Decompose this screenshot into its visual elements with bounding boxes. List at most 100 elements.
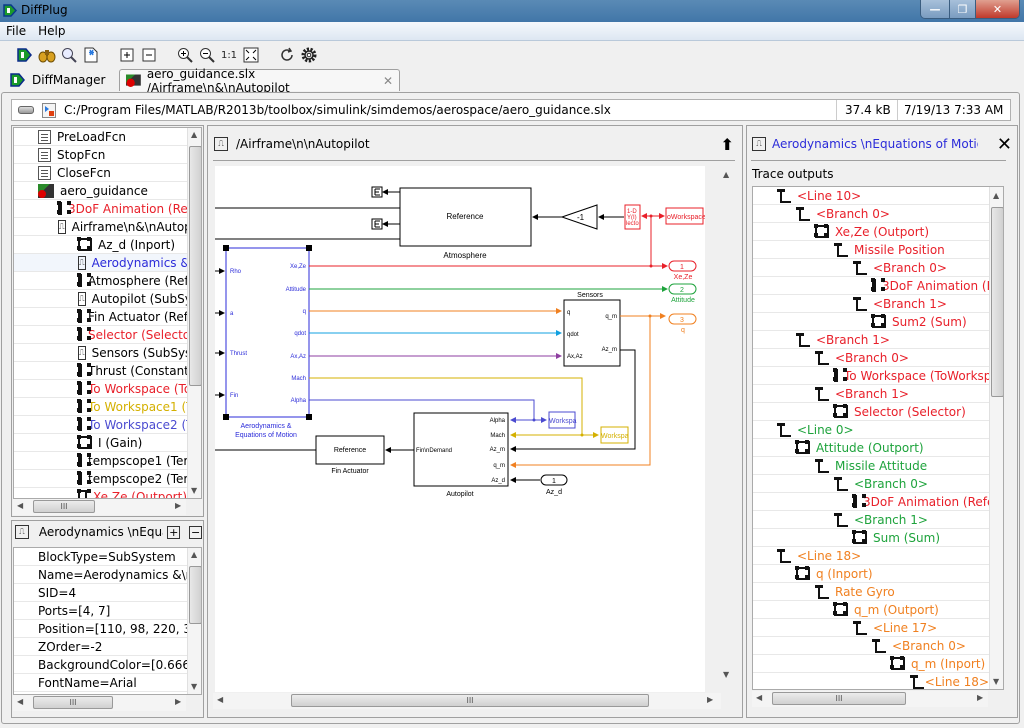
selector-block[interactable]: 1-D Y(I) lecto	[624, 204, 641, 230]
trace-item[interactable]: <Line 18>	[753, 547, 989, 565]
to-workspace-red-block[interactable]: oWorkspace	[665, 207, 706, 225]
menu-help[interactable]: Help	[32, 22, 71, 40]
tree-item[interactable]: PreLoadFcn	[14, 128, 187, 146]
tree-item[interactable]: Selector (Selector)	[14, 326, 200, 344]
property-item[interactable]: Position=[110, 98, 220, 322]	[14, 620, 201, 638]
close-window-button[interactable]: ✕	[975, 0, 1019, 18]
tree-item[interactable]: ⎍ Sensors (SubSystem)	[14, 344, 201, 362]
trace-item[interactable]: Xe,Ze (Outport)	[753, 223, 989, 241]
trace-item[interactable]: q (Inport)	[753, 565, 989, 583]
properties-hscroll[interactable]: ◀ III ▶	[13, 695, 186, 711]
actual-size-button[interactable]: 1:1	[218, 44, 240, 66]
tree-item[interactable]: Thrust (Constant)	[14, 362, 194, 380]
navigate-up-button[interactable]: ⬆	[721, 135, 734, 154]
fin-actuator-block[interactable]: Reference Fin Actuator	[315, 435, 385, 475]
trace-item[interactable]: Sum (Sum)	[753, 529, 989, 547]
trace-vscroll[interactable]: ▲ ▼	[989, 187, 1003, 689]
scroll-thumb[interactable]	[189, 146, 201, 386]
trace-item[interactable]: Sum2 (Sum)	[753, 313, 989, 331]
zoom-in-button[interactable]	[174, 44, 196, 66]
aerodynamics-block[interactable]: Aerodynamics & Equations of Motion RhoaT…	[215, 245, 312, 439]
outport-block[interactable]: 3q	[668, 313, 697, 334]
fit-to-window-button[interactable]	[240, 44, 262, 66]
trace-item[interactable]: <Line 10>	[753, 187, 989, 205]
tree-item[interactable]: tempscope1 (Terminator)	[14, 452, 201, 470]
tree-item[interactable]: Atmosphere (Reference)	[14, 272, 201, 290]
to-workspace-yellow-block[interactable]: Workspa	[600, 426, 629, 444]
property-item[interactable]: SID=4	[14, 584, 187, 602]
expand-all-button[interactable]	[116, 44, 138, 66]
tab-aero-guidance[interactable]: aero_guidance.slx /Airframe\n&\nAutopilo…	[119, 67, 400, 95]
to-workspace-blue-block[interactable]: Workspa	[548, 411, 577, 429]
diagram-vscroll[interactable]: ▲ ▼	[720, 166, 736, 692]
tree-item[interactable]: ⎍ Aerodynamics &\nEquations of Motion	[14, 254, 201, 272]
new-document-button[interactable]	[80, 44, 102, 66]
tree-item[interactable]: To Workspace2 (ToWorkspace)	[14, 416, 201, 434]
tree-item[interactable]: Az_d (Inport)	[14, 236, 187, 254]
tree-item[interactable]: StopFcn	[14, 146, 187, 164]
expand-properties-button[interactable]: +	[167, 525, 181, 539]
model-tree-hscroll[interactable]: ◀ III ▶	[13, 499, 186, 515]
tree-item[interactable]: ⎍ Autopilot (SubSystem)	[14, 290, 201, 308]
search-button[interactable]	[58, 44, 80, 66]
zoom-out-button[interactable]	[196, 44, 218, 66]
trace-item[interactable]: <Branch 1>	[753, 385, 989, 403]
trace-item[interactable]: <Line 18>	[753, 673, 989, 689]
trace-item[interactable]: <Branch 0>	[753, 349, 989, 367]
trace-item[interactable]: 3DoF Animation (Reference)	[753, 277, 1003, 295]
outport-block[interactable]: 1 Xe,Ze	[668, 260, 697, 281]
binoculars-button[interactable]	[36, 44, 58, 66]
tree-item[interactable]: 3DoF Animation (Reference)	[14, 200, 201, 218]
trace-item[interactable]: Attitude (Outport)	[753, 439, 989, 457]
close-tab-icon[interactable]: ✕	[383, 74, 393, 88]
properties-vscroll[interactable]: ▲ ▼	[187, 548, 201, 694]
scroll-thumb[interactable]	[189, 566, 201, 624]
close-trace-button[interactable]: ✕	[997, 134, 1012, 155]
trace-item[interactable]: 3DoF Animation (Reference)	[753, 493, 1003, 511]
sensors-block[interactable]: Sensors q qdot Ax,Az q_m Az_m	[563, 292, 621, 367]
trace-hscroll[interactable]: ◀ III ▶	[752, 691, 988, 707]
trace-item[interactable]: Rate Gyro	[753, 583, 989, 601]
trace-item[interactable]: Missile Attitude	[753, 457, 989, 475]
tree-item[interactable]: I (Gain)	[14, 434, 187, 452]
property-item[interactable]: ZOrder=-2	[14, 638, 187, 656]
trace-item[interactable]: <Branch 0>	[753, 637, 989, 655]
tree-item[interactable]: Fin Actuator (Reference)	[14, 308, 201, 326]
property-item[interactable]: BackgroundColor=[0.666667, 1.0, 1.0]	[14, 656, 201, 674]
property-item[interactable]: Name=Aerodynamics &\nEquations of Motion	[14, 566, 201, 584]
diffplug-logo-button[interactable]	[14, 44, 36, 66]
tree-item[interactable]: ⎍ Airframe\n&\nAutopilot	[14, 218, 201, 236]
tree-item[interactable]: Xe,Ze (Outport)	[14, 488, 187, 498]
trace-item[interactable]: <Line 17>	[753, 619, 989, 637]
minimize-button[interactable]: —	[921, 0, 949, 18]
atmosphere-block[interactable]: Reference Atmosphere	[399, 187, 532, 260]
gain-block[interactable]: -1	[560, 204, 598, 230]
trace-item[interactable]: To Workspace (ToWorkspace)	[753, 367, 1003, 385]
trace-item[interactable]: <Line 0>	[753, 421, 989, 439]
azd-inport-block[interactable]: 1 Az_d	[540, 474, 568, 496]
tree-item[interactable]: CloseFcn	[14, 164, 187, 182]
trace-item[interactable]: <Branch 0>	[753, 205, 989, 223]
menu-file[interactable]: File	[0, 22, 32, 40]
tree-item[interactable]: tempscope2 (Terminator)	[14, 470, 201, 488]
trace-item[interactable]: <Branch 1>	[753, 331, 989, 349]
tree-item[interactable]: aero_guidance	[14, 182, 187, 200]
collapse-properties-button[interactable]: −	[189, 525, 202, 539]
simulink-diagram-canvas[interactable]: Reference Atmosphere -1 1-D Y(I) lecto o…	[215, 166, 706, 692]
scroll-thumb[interactable]: III	[33, 696, 113, 709]
outport-block[interactable]: 2 Attitude	[668, 283, 697, 304]
trace-item[interactable]: <Branch 1>	[753, 511, 989, 529]
goto-block-2[interactable]	[371, 218, 383, 230]
trace-item[interactable]: q_m (Inport)	[753, 655, 989, 673]
tab-diffmanager[interactable]: DiffManager	[4, 69, 118, 91]
scroll-thumb[interactable]: III	[291, 694, 649, 707]
scroll-thumb[interactable]	[991, 207, 1003, 397]
diagram-hscroll[interactable]: ◀ III ▶	[213, 693, 721, 709]
maximize-button[interactable]: ❐	[949, 0, 975, 18]
trace-item[interactable]: q_m (Outport)	[753, 601, 989, 619]
property-item[interactable]: FontName=Arial	[14, 674, 187, 692]
tree-item[interactable]: To Workspace (ToWorkspace)	[14, 380, 201, 398]
collapse-all-button[interactable]	[138, 44, 160, 66]
scroll-thumb[interactable]: III	[772, 692, 906, 705]
goto-block-1[interactable]	[371, 186, 383, 198]
